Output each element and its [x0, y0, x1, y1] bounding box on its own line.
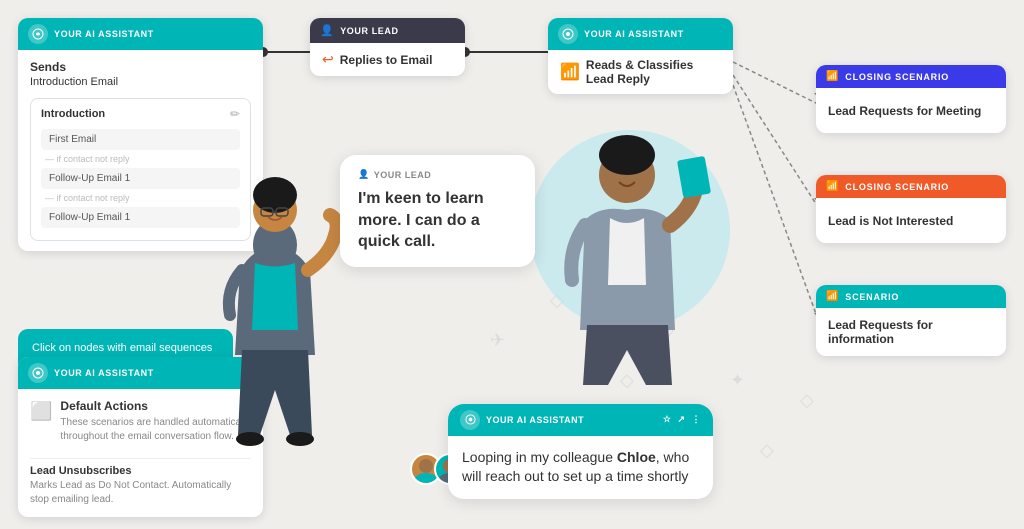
person-icon: 👤 [320, 24, 334, 37]
reads-body: 📶 Reads & Classifies Lead Reply [548, 50, 733, 94]
sends-header: YOUR AI ASSISTANT [18, 18, 263, 50]
closing3-body: Lead Requests for information [816, 308, 1006, 356]
more-icon[interactable]: ⋮ [692, 414, 702, 425]
person-icon-2: 👤 [358, 169, 370, 180]
reads-header: YOUR AI ASSISTANT [548, 18, 733, 50]
lead-speech-bubble: 👤 YOUR LEAD I'm keen to learn more. I ca… [340, 155, 535, 267]
reply-icon: ↩ [322, 51, 334, 68]
wifi-icon: 📶 [560, 62, 580, 82]
wifi-icon-4: 📶 [826, 291, 839, 302]
ai-icon-4 [460, 410, 480, 430]
canvas: ✈ ◇ ◇ ✦ ◇ ◇ ✦ ◇ ◇ YOUR AI ASSISTANT [0, 0, 1024, 529]
intro-header: Introduction ✏ [41, 107, 240, 121]
speech-label: 👤 YOUR LEAD [358, 169, 517, 180]
lead-body: ↩ Replies to Email [310, 43, 465, 76]
ai-bubble-body: Looping in my colleague Chloe, who will … [448, 436, 713, 499]
box-icon: ⬜ [30, 401, 52, 422]
woman-figure [200, 155, 360, 495]
closing-scenario-1[interactable]: 📶 CLOSING SCENARIO Lead Requests for Mee… [816, 65, 1006, 133]
deco-9: ◇ [800, 390, 814, 411]
ai-response-bubble[interactable]: YOUR AI ASSISTANT ☆ ↗ ⋮ Looping in my co… [448, 404, 713, 499]
share-icon[interactable]: ↗ [677, 414, 685, 425]
ai-icon [28, 24, 48, 44]
reads-node[interactable]: YOUR AI ASSISTANT 📶 Reads & Classifies L… [548, 18, 733, 94]
wifi-icon-2: 📶 [826, 71, 839, 82]
wifi-icon-3: 📶 [826, 181, 839, 192]
closing-scenario-2[interactable]: 📶 CLOSING SCENARIO Lead is Not Intereste… [816, 175, 1006, 243]
closing3-header: 📶 SCENARIO [816, 285, 1006, 308]
closing2-header: 📶 CLOSING SCENARIO [816, 175, 1006, 198]
lead-header: 👤 YOUR LEAD [310, 18, 465, 43]
ai-icon-3 [28, 363, 48, 383]
lead-node[interactable]: 👤 YOUR LEAD ↩ Replies to Email [310, 18, 465, 76]
closing1-header: 📶 CLOSING SCENARIO [816, 65, 1006, 88]
man-figure [540, 120, 715, 390]
ai-bubble-header: YOUR AI ASSISTANT ☆ ↗ ⋮ [448, 404, 713, 436]
edit-icon[interactable]: ✏ [230, 107, 240, 121]
closing2-body: Lead is Not Interested [816, 198, 1006, 243]
star-icon[interactable]: ☆ [663, 414, 672, 425]
deco-8: ◇ [760, 440, 774, 461]
closing-scenario-3[interactable]: 📶 SCENARIO Lead Requests for information [816, 285, 1006, 356]
closing1-body: Lead Requests for Meeting [816, 88, 1006, 133]
deco-1: ✈ [490, 330, 505, 351]
ai-bubble-actions: ☆ ↗ ⋮ [663, 414, 701, 425]
ai-icon-2 [558, 24, 578, 44]
deco-7: ✦ [730, 370, 745, 391]
email-row-1: First Email [41, 129, 240, 150]
